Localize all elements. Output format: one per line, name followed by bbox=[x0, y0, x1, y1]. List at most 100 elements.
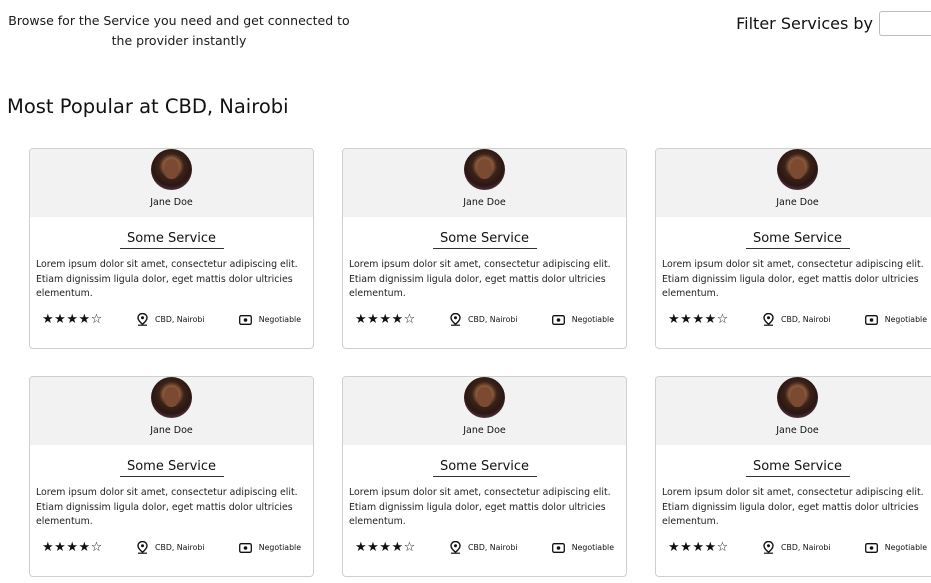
card-meta: ★★★★☆ CBD, Nairobi Negotiable bbox=[42, 313, 301, 326]
star-icon: ★ bbox=[680, 540, 693, 555]
location-info: CBD, Nairobi bbox=[450, 313, 517, 326]
star-icon: ★ bbox=[391, 312, 404, 327]
star-rating: ★★★★☆ bbox=[42, 313, 103, 326]
price-text: Negotiable bbox=[258, 315, 301, 324]
service-title[interactable]: Some Service bbox=[119, 231, 224, 249]
cash-icon bbox=[864, 314, 878, 325]
card-meta: ★★★★☆ CBD, Nairobi Negotiable bbox=[42, 541, 301, 554]
provider-name: Jane Doe bbox=[463, 197, 506, 208]
service-title[interactable]: Some Service bbox=[745, 231, 850, 249]
location-pin-icon bbox=[137, 313, 148, 326]
service-card[interactable]: Jane Doe Some Service Lorem ipsum dolor … bbox=[342, 376, 627, 577]
location-info: CBD, Nairobi bbox=[763, 313, 830, 326]
card-meta: ★★★★☆ CBD, Nairobi Negotiable bbox=[355, 541, 614, 554]
star-icon: ★ bbox=[42, 312, 55, 327]
star-icon: ★ bbox=[78, 312, 91, 327]
avatar bbox=[777, 149, 818, 190]
star-icon: ☆ bbox=[403, 312, 416, 327]
star-icon: ★ bbox=[704, 540, 717, 555]
service-title[interactable]: Some Service bbox=[432, 231, 537, 249]
intro-line-2: the provider instantly bbox=[111, 33, 247, 48]
star-icon: ☆ bbox=[716, 312, 729, 327]
star-rating: ★★★★☆ bbox=[668, 541, 729, 554]
star-icon: ☆ bbox=[90, 312, 103, 327]
provider-name: Jane Doe bbox=[776, 197, 819, 208]
star-icon: ★ bbox=[668, 540, 681, 555]
star-icon: ★ bbox=[391, 540, 404, 555]
cash-icon bbox=[551, 542, 565, 553]
star-icon: ☆ bbox=[716, 540, 729, 555]
location-text: CBD, Nairobi bbox=[155, 543, 205, 552]
avatar bbox=[151, 149, 192, 190]
star-rating: ★★★★☆ bbox=[355, 313, 416, 326]
star-icon: ★ bbox=[379, 312, 392, 327]
location-info: CBD, Nairobi bbox=[137, 541, 204, 554]
service-description: Lorem ipsum dolor sit amet, consectetur … bbox=[36, 259, 298, 299]
star-icon: ★ bbox=[54, 312, 67, 327]
star-icon: ★ bbox=[42, 540, 55, 555]
service-card[interactable]: Jane Doe Some Service Lorem ipsum dolor … bbox=[29, 376, 314, 577]
avatar bbox=[464, 377, 505, 418]
star-icon: ★ bbox=[680, 312, 693, 327]
star-rating: ★★★★☆ bbox=[668, 313, 729, 326]
provider-name: Jane Doe bbox=[150, 425, 193, 436]
service-description: Lorem ipsum dolor sit amet, consectetur … bbox=[349, 487, 611, 527]
service-card[interactable]: Jane Doe Some Service Lorem ipsum dolor … bbox=[655, 148, 931, 349]
service-description: Lorem ipsum dolor sit amet, consectetur … bbox=[662, 259, 924, 299]
star-icon: ★ bbox=[692, 540, 705, 555]
avatar bbox=[777, 377, 818, 418]
star-icon: ★ bbox=[78, 540, 91, 555]
service-card[interactable]: Jane Doe Some Service Lorem ipsum dolor … bbox=[342, 148, 627, 349]
star-icon: ☆ bbox=[90, 540, 103, 555]
location-info: CBD, Nairobi bbox=[450, 541, 517, 554]
star-icon: ★ bbox=[355, 312, 368, 327]
location-text: CBD, Nairobi bbox=[155, 315, 205, 324]
location-pin-icon bbox=[763, 313, 774, 326]
card-meta: ★★★★☆ CBD, Nairobi Negotiable bbox=[668, 541, 927, 554]
star-icon: ☆ bbox=[403, 540, 416, 555]
price-text: Negotiable bbox=[571, 543, 614, 552]
service-description: Lorem ipsum dolor sit amet, consectetur … bbox=[349, 259, 611, 299]
filter-bar: Filter Services by bbox=[736, 11, 931, 36]
star-icon: ★ bbox=[66, 540, 79, 555]
star-icon: ★ bbox=[704, 312, 717, 327]
star-icon: ★ bbox=[379, 540, 392, 555]
filter-input[interactable] bbox=[879, 11, 931, 36]
price-info: Negotiable bbox=[864, 542, 927, 553]
location-pin-icon bbox=[450, 313, 461, 326]
star-icon: ★ bbox=[367, 540, 380, 555]
card-header: Jane Doe bbox=[343, 377, 626, 445]
price-info: Negotiable bbox=[551, 542, 614, 553]
star-icon: ★ bbox=[54, 540, 67, 555]
location-info: CBD, Nairobi bbox=[763, 541, 830, 554]
cash-icon bbox=[238, 542, 252, 553]
location-text: CBD, Nairobi bbox=[468, 543, 518, 552]
star-icon: ★ bbox=[367, 312, 380, 327]
service-card[interactable]: Jane Doe Some Service Lorem ipsum dolor … bbox=[655, 376, 931, 577]
price-text: Negotiable bbox=[258, 543, 301, 552]
service-card[interactable]: Jane Doe Some Service Lorem ipsum dolor … bbox=[29, 148, 314, 349]
location-pin-icon bbox=[137, 541, 148, 554]
card-header: Jane Doe bbox=[656, 149, 931, 217]
price-text: Negotiable bbox=[884, 315, 927, 324]
section-title: Most Popular at CBD, Nairobi bbox=[7, 95, 289, 118]
intro-line-1: Browse for the Service you need and get … bbox=[8, 13, 350, 28]
location-text: CBD, Nairobi bbox=[468, 315, 518, 324]
provider-name: Jane Doe bbox=[463, 425, 506, 436]
service-title[interactable]: Some Service bbox=[745, 459, 850, 477]
location-text: CBD, Nairobi bbox=[781, 315, 831, 324]
service-description: Lorem ipsum dolor sit amet, consectetur … bbox=[662, 487, 924, 527]
location-text: CBD, Nairobi bbox=[781, 543, 831, 552]
service-title[interactable]: Some Service bbox=[119, 459, 224, 477]
star-icon: ★ bbox=[66, 312, 79, 327]
star-rating: ★★★★☆ bbox=[355, 541, 416, 554]
price-info: Negotiable bbox=[238, 314, 301, 325]
location-pin-icon bbox=[450, 541, 461, 554]
price-info: Negotiable bbox=[551, 314, 614, 325]
cash-icon bbox=[864, 542, 878, 553]
service-title[interactable]: Some Service bbox=[432, 459, 537, 477]
card-header: Jane Doe bbox=[343, 149, 626, 217]
card-header: Jane Doe bbox=[30, 377, 313, 445]
price-text: Negotiable bbox=[571, 315, 614, 324]
price-info: Negotiable bbox=[238, 542, 301, 553]
